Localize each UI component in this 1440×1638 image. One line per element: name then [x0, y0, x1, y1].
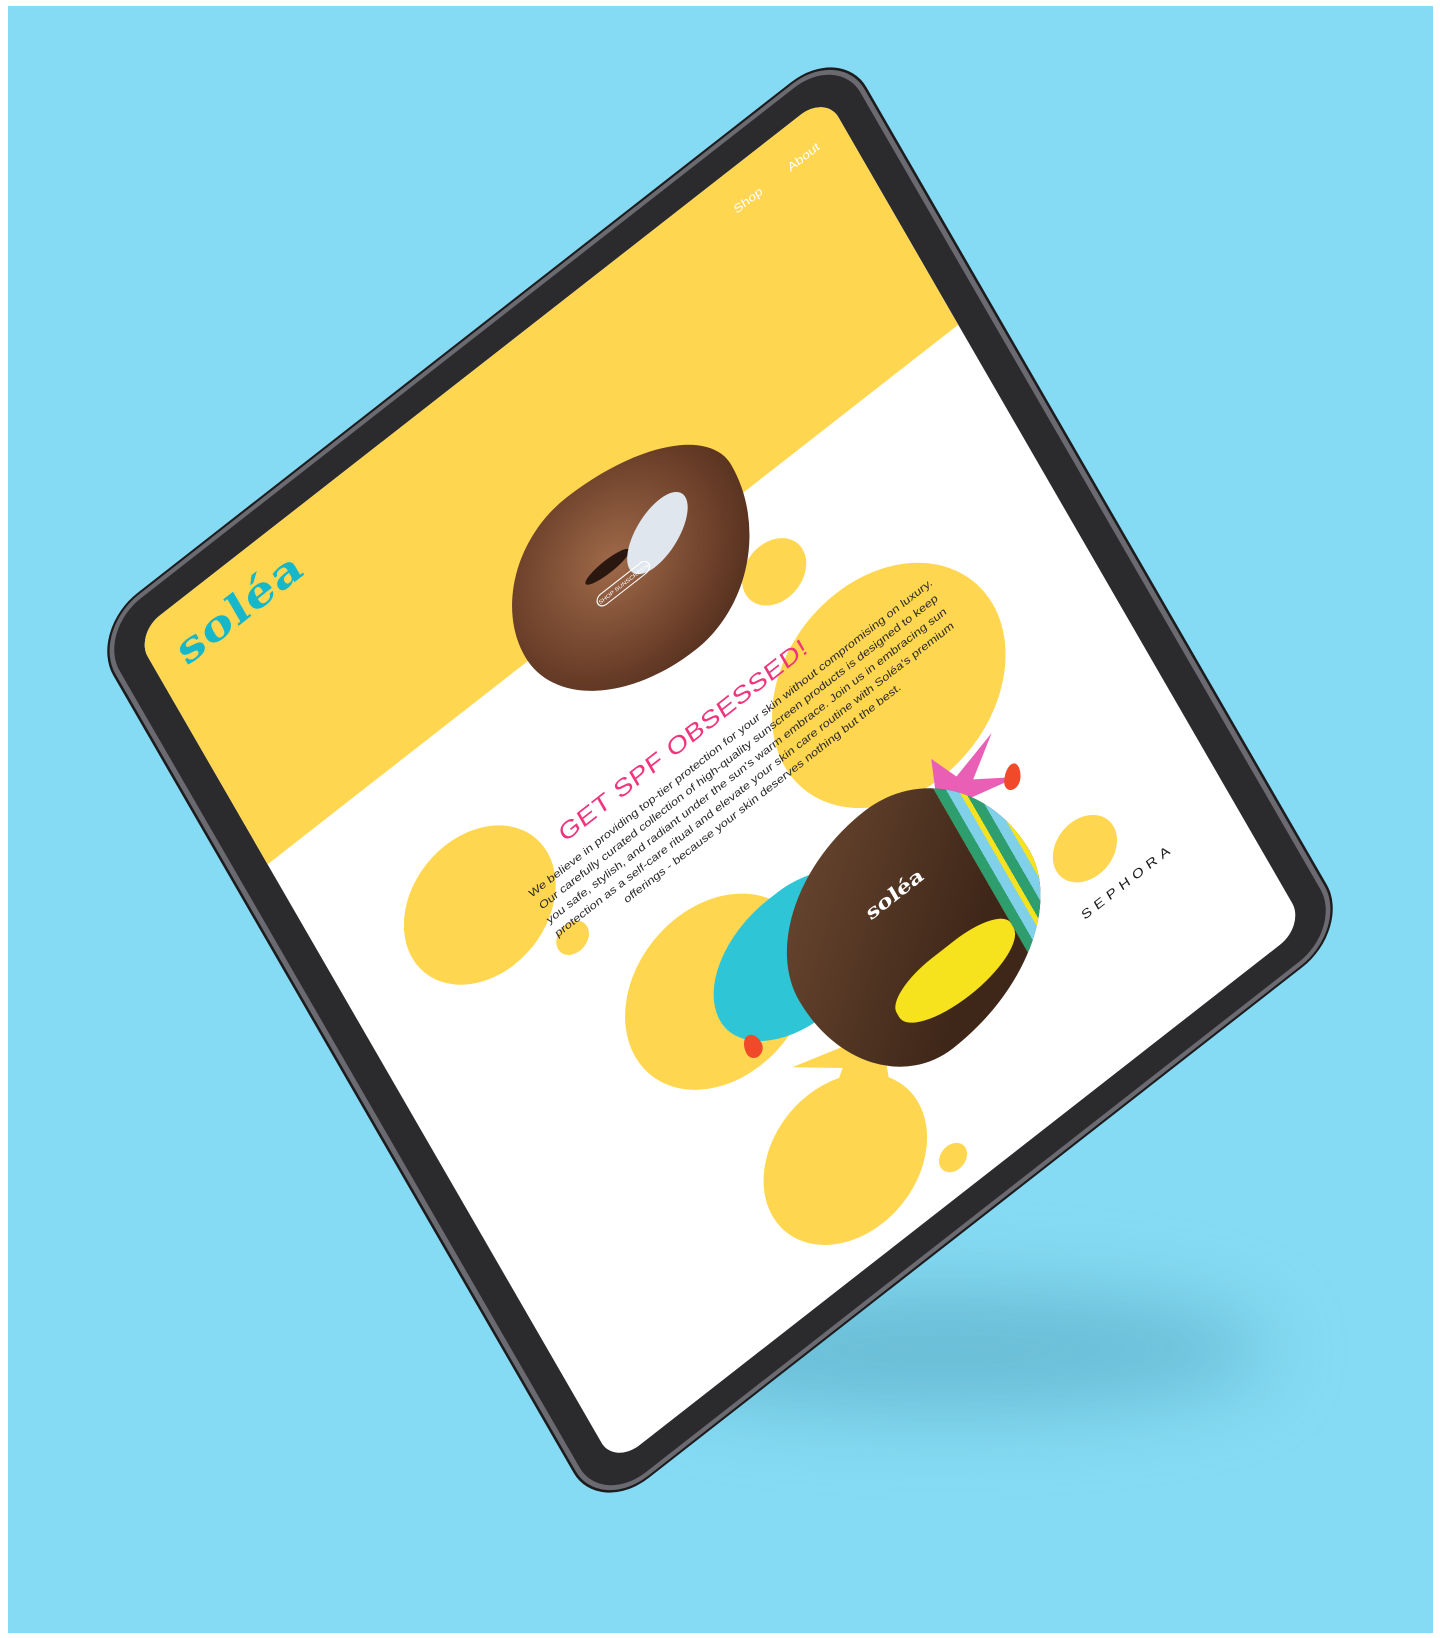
deco-circle — [934, 1136, 972, 1179]
red-drop — [1003, 761, 1022, 792]
face-sunscreen — [614, 484, 700, 582]
bikini — [885, 904, 1027, 1041]
body-logo: soléa — [862, 863, 928, 926]
feature-beach-image: soléa — [743, 734, 1085, 1117]
